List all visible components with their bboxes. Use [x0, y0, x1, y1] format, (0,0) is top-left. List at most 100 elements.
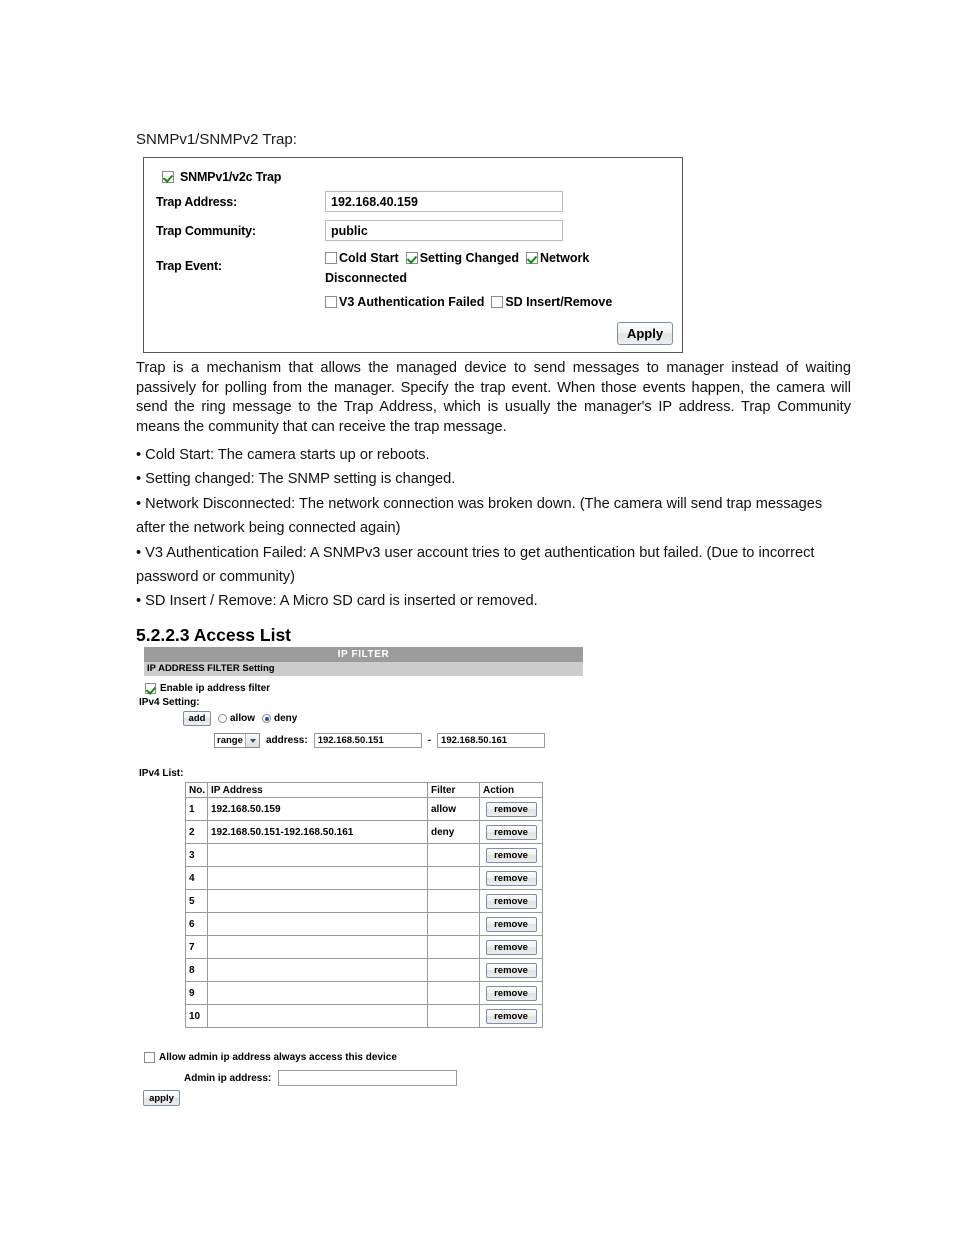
row-no: 3: [185, 843, 208, 867]
column-header-no: No.: [185, 782, 208, 798]
address-from-input[interactable]: [313, 733, 422, 748]
row-no: 9: [185, 981, 208, 1005]
chevron-down-icon[interactable]: [245, 734, 259, 747]
row-filter: allow: [427, 797, 480, 821]
row-ip: [207, 843, 428, 867]
sd-insert-remove-checkbox[interactable]: [491, 296, 504, 308]
enable-ip-address-filter-checkbox[interactable]: [145, 683, 156, 694]
table-header-row: No. IP Address Filter Action: [185, 782, 543, 798]
row-ip: 192.168.50.151-192.168.50.161: [207, 820, 428, 844]
table-row: 10 remove: [185, 1004, 543, 1028]
address-to-input[interactable]: [437, 733, 546, 748]
snmp-apply-button[interactable]: Apply: [617, 322, 673, 345]
row-action: remove: [479, 912, 543, 936]
admin-ip-address-row: Admin ip address:: [184, 1070, 458, 1086]
remove-button[interactable]: remove: [485, 847, 537, 863]
snmpv1-v2c-trap-label: SNMPv1/v2c Trap: [180, 170, 282, 184]
row-filter: [427, 912, 480, 936]
allow-radio[interactable]: [218, 714, 227, 723]
row-no: 4: [185, 866, 208, 890]
row-ip: [207, 935, 428, 959]
row-action: remove: [479, 935, 543, 959]
enable-ip-address-filter-label: Enable ip address filter: [160, 683, 271, 694]
bullet-v3-auth-failed: • V3 Authentication Failed: A SNMPv3 use…: [136, 545, 815, 585]
row-ip: [207, 981, 428, 1005]
remove-button[interactable]: remove: [485, 893, 537, 909]
trap-event-label: Trap Event:: [156, 259, 222, 273]
row-action: remove: [479, 820, 543, 844]
remove-button[interactable]: remove: [485, 985, 537, 1001]
cold-start-checkbox[interactable]: [325, 252, 337, 264]
admin-ip-address-input[interactable]: [278, 1070, 458, 1086]
remove-button[interactable]: remove: [485, 824, 537, 840]
row-ip: [207, 912, 428, 936]
sd-insert-remove-label: SD Insert/Remove: [505, 295, 613, 309]
trap-event-options: Cold Start Setting Changed Network Disco…: [325, 248, 655, 312]
snmp-enable-row[interactable]: SNMPv1/v2c Trap: [162, 170, 281, 184]
bullet-cold-start: • Cold Start: The camera starts up or re…: [136, 447, 430, 463]
trap-address-input[interactable]: [325, 191, 563, 212]
remove-button[interactable]: remove: [485, 916, 537, 932]
trap-event-setting-changed[interactable]: Setting Changed: [405, 251, 519, 265]
ipv4-add-row: add allow deny: [183, 711, 297, 726]
row-no: 7: [185, 935, 208, 959]
ip-filter-apply-button[interactable]: apply: [143, 1090, 180, 1106]
row-filter: [427, 981, 480, 1005]
remove-button[interactable]: remove: [485, 962, 537, 978]
table-row: 8 remove: [185, 958, 543, 982]
row-filter: [427, 889, 480, 913]
remove-button[interactable]: remove: [485, 801, 537, 817]
table-row: 9 remove: [185, 981, 543, 1005]
trap-event-sd-insert-remove[interactable]: SD Insert/Remove: [491, 295, 612, 309]
trap-event-cold-start[interactable]: Cold Start: [325, 251, 399, 265]
ipv4-list-table: No. IP Address Filter Action 1 192.168.5…: [185, 782, 543, 1028]
allow-label: allow: [230, 713, 256, 724]
row-action: remove: [479, 797, 543, 821]
range-type-select[interactable]: range: [214, 733, 260, 748]
address-label: address:: [266, 735, 308, 746]
address-range-separator: -: [427, 735, 432, 746]
row-ip: 192.168.50.159: [207, 797, 428, 821]
admin-ip-address-label: Admin ip address:: [184, 1072, 272, 1084]
allow-admin-ip-checkbox[interactable]: [144, 1052, 155, 1063]
column-header-ip-address: IP Address: [207, 782, 428, 798]
cold-start-label: Cold Start: [339, 251, 399, 265]
allow-admin-ip-row[interactable]: Allow admin ip address always access thi…: [144, 1052, 397, 1063]
network-disconnected-checkbox[interactable]: [525, 252, 538, 264]
section-heading-access-list: 5.2.2.3 Access List: [136, 625, 292, 645]
row-action: remove: [479, 866, 543, 890]
remove-button[interactable]: remove: [485, 939, 537, 955]
ipv4-setting-label: IPv4 Setting:: [139, 697, 200, 708]
ipv4-list-label: IPv4 List:: [139, 768, 184, 779]
row-filter: [427, 866, 480, 890]
table-row: 6 remove: [185, 912, 543, 936]
table-row: 5 remove: [185, 889, 543, 913]
v3-auth-failed-checkbox[interactable]: [325, 296, 337, 308]
allow-radio-option[interactable]: allow: [218, 713, 255, 724]
snmpv1-v2c-trap-checkbox[interactable]: [162, 171, 174, 183]
deny-label: deny: [274, 713, 298, 724]
remove-button[interactable]: remove: [485, 1008, 537, 1024]
trap-event-bullet-list: • Cold Start: The camera starts up or re…: [136, 444, 856, 614]
row-no: 1: [185, 797, 208, 821]
trap-address-label: Trap Address:: [156, 195, 237, 209]
v3-auth-failed-label: V3 Authentication Failed: [339, 295, 485, 309]
row-no: 6: [185, 912, 208, 936]
add-button[interactable]: add: [183, 711, 211, 726]
table-row: 7 remove: [185, 935, 543, 959]
deny-radio[interactable]: [262, 714, 272, 723]
row-filter: deny: [427, 820, 480, 844]
row-ip: [207, 889, 428, 913]
deny-radio-option[interactable]: deny: [262, 713, 297, 724]
setting-changed-checkbox[interactable]: [405, 252, 418, 264]
remove-button[interactable]: remove: [485, 870, 537, 886]
trap-description-paragraph: Trap is a mechanism that allows the mana…: [136, 360, 851, 435]
ipv4-list-body: 1 192.168.50.159 allow remove 2 192.168.…: [185, 797, 543, 1028]
enable-ip-filter-row[interactable]: Enable ip address filter: [145, 683, 270, 694]
trap-community-input[interactable]: [325, 220, 563, 241]
table-row: 4 remove: [185, 866, 543, 890]
row-filter: [427, 958, 480, 982]
ip-filter-title-bar: IP FILTER: [144, 647, 583, 662]
row-filter: [427, 1004, 480, 1028]
trap-event-v3-auth-failed[interactable]: V3 Authentication Failed: [325, 295, 484, 309]
